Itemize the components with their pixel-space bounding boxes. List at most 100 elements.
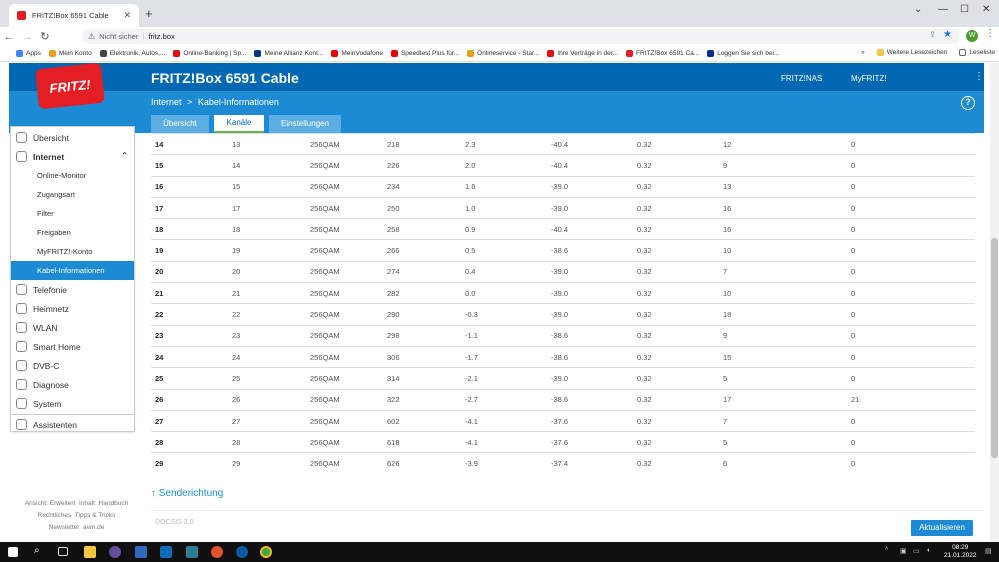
breadcrumb-internet[interactable]: Internet [151,97,182,107]
help-icon[interactable]: ? [961,96,975,110]
clock-date: 21.01.2022 [944,552,977,559]
maximize-icon[interactable]: ☐ [960,4,969,15]
app-icon-1[interactable] [109,546,121,558]
refresh-button[interactable]: Aktualisieren [911,520,973,536]
sidebar-item-dvb-c[interactable]: DVB-C [11,356,134,375]
app-icon-4[interactable] [211,546,223,558]
sidebar-item-freigaben[interactable]: Freigaben [11,223,134,242]
scrollbar-thumb[interactable] [991,238,998,458]
notification-icon[interactable]: ▤ [985,547,992,555]
other-bookmarks[interactable]: Weitere Lesezeichen [876,49,947,56]
sidebar-item-myfritz-konto[interactable]: MyFRITZ!-Konto [11,242,134,261]
not-secure-label[interactable]: Nicht sicher [99,32,138,41]
tray-chevron-icon[interactable]: ^ [885,547,888,554]
bookmark-item[interactable]: MeinVodafone [331,50,383,57]
tab-einstellungen[interactable]: Einstellungen [269,115,341,133]
sidebar-item-smart-home[interactable]: Smart Home [11,337,134,356]
reload-icon[interactable]: ↻ [36,30,54,43]
taskbar-clock[interactable]: 08:29 21.01.2022 [944,544,977,560]
warning-icon[interactable]: ⚠ [88,32,95,41]
volume-icon[interactable]: ◖ [926,547,930,554]
sidebar-nav: Übersicht Internet ⌃ Online-Monitor Zugangsa… [10,126,135,432]
bookmark-item[interactable]: Speedtest Plus für... [390,50,459,57]
newsletter-link[interactable]: Newsletter [49,524,80,531]
channel-table-container[interactable]: 14 13 256QAM 218 2.3 -40.4 0.32 12 0 15 14 256QAM 22… [151,133,975,471]
tab-search-icon[interactable]: ⌄ [914,4,922,15]
sidebar-item-filter[interactable]: Filter [11,204,134,223]
table-cell: 0.32 [633,175,719,198]
myfritz-link[interactable]: MyFRITZ! [851,74,887,83]
bookmark-item[interactable]: Meine Allianz Kont... [254,50,323,57]
sidebar-item-zugangsart[interactable]: Zugangsart [11,185,134,204]
table-cell: 618 [383,431,461,453]
new-tab-button[interactable]: + [145,6,153,21]
mail-icon[interactable] [160,546,172,558]
bookmark-item[interactable]: Ihre Verträge in der... [547,50,618,57]
back-icon[interactable]: ← [0,31,18,43]
close-window-icon[interactable]: ✕ [982,4,990,15]
bookmark-item[interactable]: Mein Konto [48,50,92,57]
tips-link[interactable]: Tipps & Tricks [75,512,116,519]
sidebar-item-heimnetz[interactable]: Heimnetz [11,299,134,318]
sidebar-item-assistenten[interactable]: Assistenten [11,415,134,434]
bookmark-item[interactable]: Online-Banking | Sp... [173,50,246,57]
sidebar-item-kabel-informationen[interactable]: Kabel-Informationen [11,261,134,280]
manual-link[interactable]: Handbuch [99,500,129,507]
contents-link[interactable]: Inhalt [79,500,95,507]
tab-kanaele[interactable]: Kanäle [214,115,264,133]
url-text[interactable]: fritz.box [148,32,174,41]
minimize-icon[interactable]: — [938,4,948,15]
bookmark-item[interactable]: FRITZ!Box 6591 Ca... [625,50,699,57]
sidebar-item-label: MyFRITZ!-Konto [37,247,93,256]
bookmark-item[interactable]: Elektronik, Autos,... [99,50,165,57]
sidebar-item-label: Filter [37,209,54,218]
search-icon[interactable]: ⌕ [34,545,46,557]
table-cell: 256QAM [306,367,383,390]
chevron-up-icon[interactable]: ⌃ [121,151,128,160]
app-icon-5[interactable] [236,546,248,558]
sidebar-item-diagnose[interactable]: Diagnose [11,375,134,394]
reading-list[interactable]: Leseliste [959,49,995,56]
table-cell: 0 [847,218,975,240]
view-mode-link[interactable]: Ansicht: Erweitert [25,500,76,507]
page-scrollbar[interactable] [990,63,999,542]
table-cell: 25 [151,367,228,390]
app-menu-icon[interactable]: ⋮ [974,71,984,82]
bookmark-item[interactable]: Apps [16,50,41,57]
legal-link[interactable]: Rechtliches [38,512,72,519]
sidebar-item-telefonie[interactable]: Telefonie [11,280,134,299]
windows-start-icon[interactable] [8,547,18,557]
table-cell: -1.7 [461,345,547,368]
fritznas-link[interactable]: FRITZ!NAS [781,74,822,83]
browser-menu-icon[interactable]: ⋮ [985,28,995,39]
bookmark-item[interactable]: Loggen Sie sich bei... [707,50,779,57]
tray-app-icon[interactable]: ▣ [900,547,907,555]
app-icon-2[interactable] [135,546,147,558]
sidebar-item-online-monitor[interactable]: Online-Monitor [11,166,134,185]
network-tray-icon[interactable]: ▭ [913,547,920,555]
address-bar[interactable]: ⚠ Nicht sicher | fritz.box ⇪ ★ [82,29,960,44]
chrome-icon[interactable] [260,546,272,558]
sidebar-item-system[interactable]: System [11,394,134,413]
app-icon-3[interactable] [186,546,198,558]
avm-link[interactable]: avm.de [83,524,104,531]
sidebar-item--bersicht[interactable]: Übersicht [11,128,134,147]
sidebar-item-internet[interactable]: Internet ⌃ [11,147,134,166]
explorer-icon[interactable] [84,546,96,558]
forward-icon[interactable]: → [18,31,36,43]
browser-tab[interactable]: FRITZ!Box 6591 Cable ✕ [9,4,139,27]
profile-avatar[interactable]: W [966,30,978,42]
share-icon[interactable]: ⇪ [929,30,936,39]
bookmark-star-icon[interactable]: ★ [943,29,952,40]
task-view-icon[interactable] [58,547,68,556]
fritz-logo[interactable]: FRITZ! [35,63,105,110]
bookmarks-more-icon[interactable]: » [861,49,865,56]
sidebar-item-wlan[interactable]: WLAN [11,318,134,337]
close-tab-icon[interactable]: ✕ [123,10,131,21]
bookmark-item[interactable]: Onlineservice - Star... [467,50,539,57]
table-row: 26 26 256QAM 322 -2.7 -38.6 0.32 17 21 [151,388,975,411]
table-cell: 0.32 [633,345,719,368]
bookmark-label: Ihre Verträge in der... [557,50,618,57]
upstream-section-link[interactable]: ↑ Senderichtung [151,488,223,499]
tab-uebersicht[interactable]: Übersicht [151,115,209,133]
